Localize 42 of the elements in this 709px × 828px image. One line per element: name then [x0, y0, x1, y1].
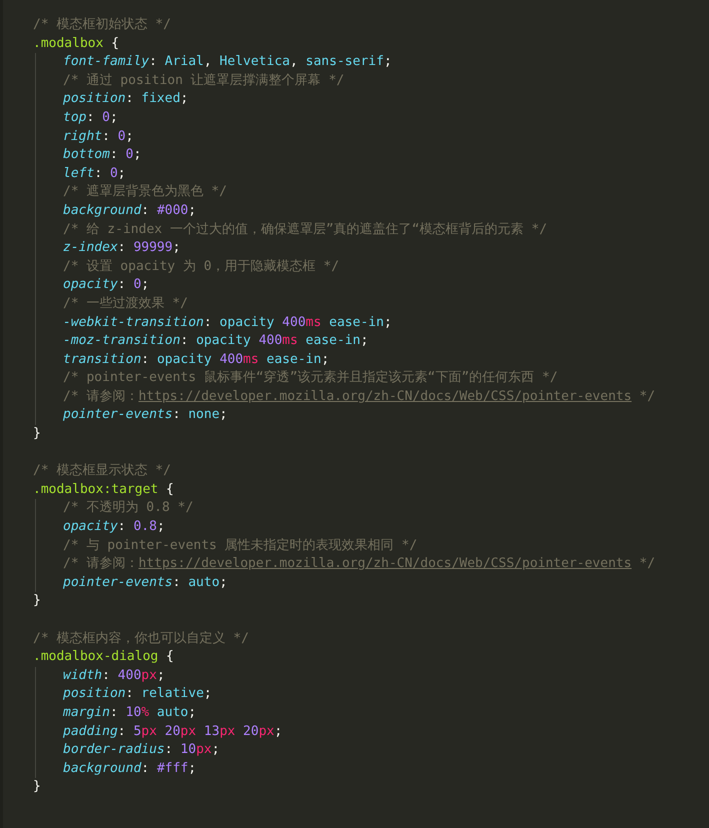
code-comment: /* 不透明为 0.8 */	[63, 499, 194, 518]
code-comment: /* 请参阅：https://developer.mozilla.org/zh-CN/docs/Web/CSS/pointer-events */	[63, 388, 656, 406]
code-comment: /* 模态框内容，你也可以自定义 */	[33, 630, 249, 648]
code-line: top: 0;	[63, 108, 118, 127]
code-line: -webkit-transition: opacity 400ms ease-in;	[63, 314, 392, 332]
code-comment: /* 给 z-index 一个过大的值，确保遮罩层”真的遮盖住了“模态框背后的元素 */	[63, 220, 548, 239]
code-line: position: relative;	[63, 685, 212, 704]
code-comment: /* 设置 opacity 为 0，用于隐藏模态框 */	[63, 258, 340, 276]
code-line: font-family: Arial, Helvetica, sans-serif;	[63, 53, 392, 72]
code-line: pointer-events: none;	[63, 406, 228, 424]
code-comment: /* 通过 position 让遮罩层撑满整个屏幕 */	[63, 72, 344, 90]
code-comment: /* 遮罩层背景色为黑色 */	[63, 183, 227, 202]
code-line: z-index: 99999;	[63, 239, 180, 258]
link[interactable]: https://developer.mozilla.org/zh-CN/docs/Web/CSS/pointer-events	[138, 556, 632, 572]
code-line: width: 400px;	[63, 666, 165, 685]
code-line: background: #fff;	[63, 760, 196, 778]
code-line: right: 0;	[63, 128, 134, 146]
code-line: bottom: 0;	[63, 146, 142, 164]
code-comment: /* 模态框初始状态 */	[33, 16, 171, 34]
code-line: opacity: 0.8;	[63, 518, 165, 536]
code-line: margin: 10% auto;	[63, 704, 196, 722]
code-line: -moz-transition: opacity 400ms ease-in;	[63, 332, 368, 350]
code-comment: /* pointer-events 鼠标事件“穿透”该元素并且指定该元素“下面”的任何东西 */	[63, 369, 558, 388]
code-line: transition: opacity 400ms ease-in;	[63, 350, 330, 369]
selector-line: .modalbox-dialog {	[33, 648, 174, 666]
selector-line: .modalbox {	[33, 34, 120, 53]
code-line: opacity: 0;	[63, 276, 150, 294]
closing-brace: }	[33, 592, 41, 610]
code-comment: /* 模态框显示状态 */	[33, 462, 171, 480]
closing-brace: }	[33, 778, 41, 796]
link[interactable]: https://developer.mozilla.org/zh-CN/docs/Web/CSS/pointer-events	[138, 388, 632, 404]
code-line: background: #000;	[63, 202, 196, 220]
selector-line: .modalbox:target {	[33, 480, 174, 499]
code-line: border-radius: 10px;	[63, 741, 220, 760]
code-line: padding: 5px 20px 13px 20px;	[63, 722, 282, 741]
code-line: left: 0;	[63, 164, 126, 183]
code-comment: /* 与 pointer-events 属性未指定时的表现效果相同 */	[63, 536, 418, 555]
code-comment: /* 一些过渡效果 */	[63, 294, 188, 313]
code-line: position: fixed;	[63, 90, 188, 108]
code-line: pointer-events: auto;	[63, 574, 228, 592]
code-comment: /* 请参阅：https://developer.mozilla.org/zh-CN/docs/Web/CSS/pointer-events */	[63, 555, 656, 574]
closing-brace: }	[33, 425, 41, 444]
